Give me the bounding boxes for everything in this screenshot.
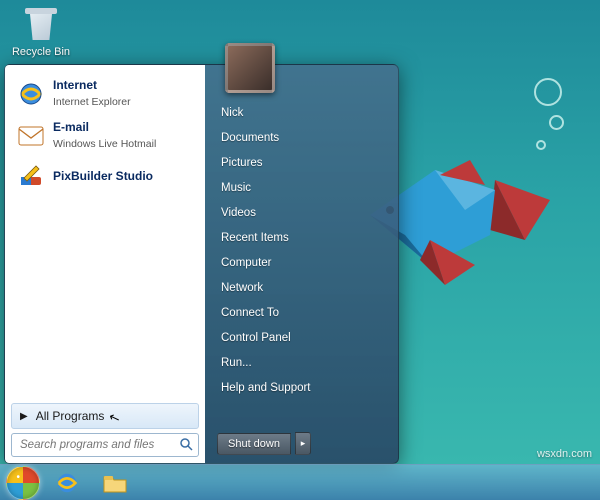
- pinned-programs-list: Internet Internet Explorer E-mail Window…: [5, 71, 205, 197]
- start-menu-link-music[interactable]: Music: [217, 176, 390, 200]
- start-menu-right-pane: NickDocumentsPicturesMusicVideosRecent I…: [205, 65, 398, 463]
- start-menu-link-control-panel[interactable]: Control Panel: [217, 326, 390, 350]
- search-input[interactable]: [11, 433, 199, 457]
- desktop-icon-recycle-bin[interactable]: Recycle Bin: [6, 4, 76, 58]
- desktop-icon-label: Recycle Bin: [6, 46, 76, 58]
- all-programs-button[interactable]: ▶ All Programs ↖: [11, 403, 199, 429]
- pixbuilder-icon: [17, 162, 45, 190]
- ie-icon: [17, 80, 45, 108]
- start-menu-link-documents[interactable]: Documents: [217, 126, 390, 150]
- triangle-right-icon: ▸: [301, 438, 306, 449]
- pinned-item-internet[interactable]: Internet Internet Explorer: [11, 73, 199, 115]
- start-menu-link-computer[interactable]: Computer: [217, 251, 390, 275]
- shutdown-options-button[interactable]: ▸: [295, 432, 311, 455]
- pinned-item-pixbuilder[interactable]: PixBuilder Studio: [11, 157, 199, 195]
- start-menu-link-nick[interactable]: Nick: [217, 101, 390, 125]
- recycle-bin-icon: [21, 4, 61, 44]
- pinned-item-email[interactable]: E-mail Windows Live Hotmail: [11, 115, 199, 157]
- shutdown-button[interactable]: Shut down: [217, 433, 291, 455]
- all-programs-label: All Programs: [36, 409, 105, 423]
- taskbar-item-explorer[interactable]: [94, 469, 136, 497]
- start-menu-link-recent-items[interactable]: Recent Items: [217, 226, 390, 250]
- pinned-item-title: E-mail: [53, 120, 156, 134]
- start-menu-link-connect-to[interactable]: Connect To: [217, 301, 390, 325]
- user-picture[interactable]: [225, 43, 275, 93]
- bubble-decoration: [534, 78, 562, 106]
- pinned-item-title: Internet: [53, 78, 131, 92]
- watermark-text: wsxdn.com: [537, 448, 592, 460]
- taskbar-item-ie[interactable]: [46, 469, 88, 497]
- pinned-item-subtitle: Windows Live Hotmail: [53, 138, 156, 150]
- mouse-cursor-icon: ↖: [107, 409, 123, 428]
- start-menu-link-videos[interactable]: Videos: [217, 201, 390, 225]
- start-menu-link-help-and-support[interactable]: Help and Support: [217, 376, 390, 400]
- pinned-item-subtitle: Internet Explorer: [53, 96, 131, 108]
- start-menu-link-network[interactable]: Network: [217, 276, 390, 300]
- search-icon: [180, 438, 193, 454]
- start-menu: Internet Internet Explorer E-mail Window…: [4, 64, 399, 464]
- start-menu-link-pictures[interactable]: Pictures: [217, 151, 390, 175]
- bubble-decoration: [549, 115, 564, 130]
- start-menu-link-run[interactable]: Run...: [217, 351, 390, 375]
- taskbar: [0, 464, 600, 500]
- folder-icon: [102, 472, 128, 494]
- start-orb[interactable]: [6, 466, 40, 500]
- triangle-right-icon: ▶: [20, 411, 28, 422]
- start-menu-left-pane: Internet Internet Explorer E-mail Window…: [5, 65, 205, 463]
- ie-icon: [55, 471, 79, 495]
- pinned-item-title: PixBuilder Studio: [53, 169, 153, 183]
- mail-icon: [17, 122, 45, 150]
- desktop[interactable]: Recycle Bin Internet Internet Explorer: [0, 0, 600, 500]
